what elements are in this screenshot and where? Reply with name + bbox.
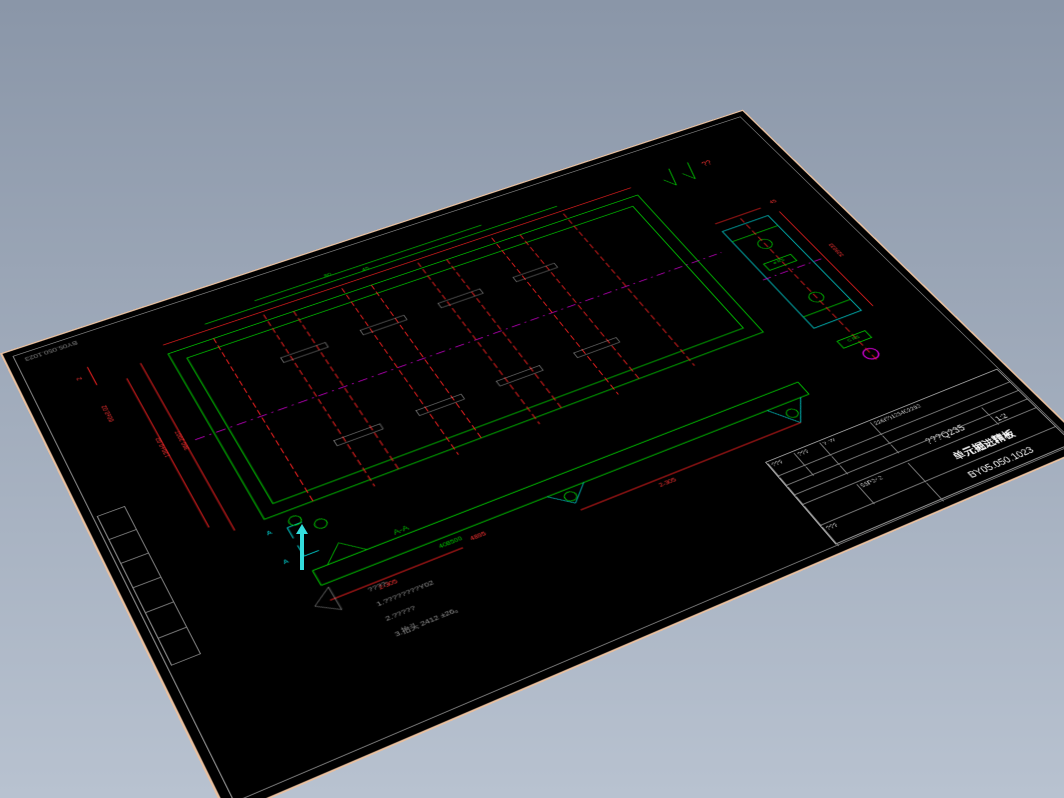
dim-section-1: 2-305: [378, 579, 399, 591]
dim-section-2: 2-305: [658, 477, 678, 488]
note-2: 1.????????Y02: [375, 575, 445, 608]
note-3: 2.?????: [384, 589, 455, 623]
view-indicator-icon: [300, 532, 304, 570]
dim-left-2: 360 2007: [175, 430, 192, 451]
notes-block: ????: 1.????????Y02 2.????? 3.抬头 2412 ±2…: [366, 561, 450, 616]
section-mark-a1: A: [266, 530, 274, 537]
note-4: 3.抬头 2412 ±26。: [393, 603, 465, 639]
dim-section-4: 408500: [438, 536, 464, 550]
section-mark-a2: A: [282, 559, 290, 566]
viewport-3d: BY05.050.1023: [0, 0, 1064, 798]
dim-left-1: 120+0.02: [155, 436, 172, 457]
drawing-content: 2: [2, 111, 1064, 798]
dim-section-3: 4895: [469, 531, 487, 542]
note-1: ????:: [366, 561, 436, 594]
cad-drawing-sheet[interactable]: BY05.050.1023: [0, 110, 1064, 798]
svg-text:2: 2: [76, 376, 85, 381]
cad-geometry: 2: [2, 111, 1064, 798]
